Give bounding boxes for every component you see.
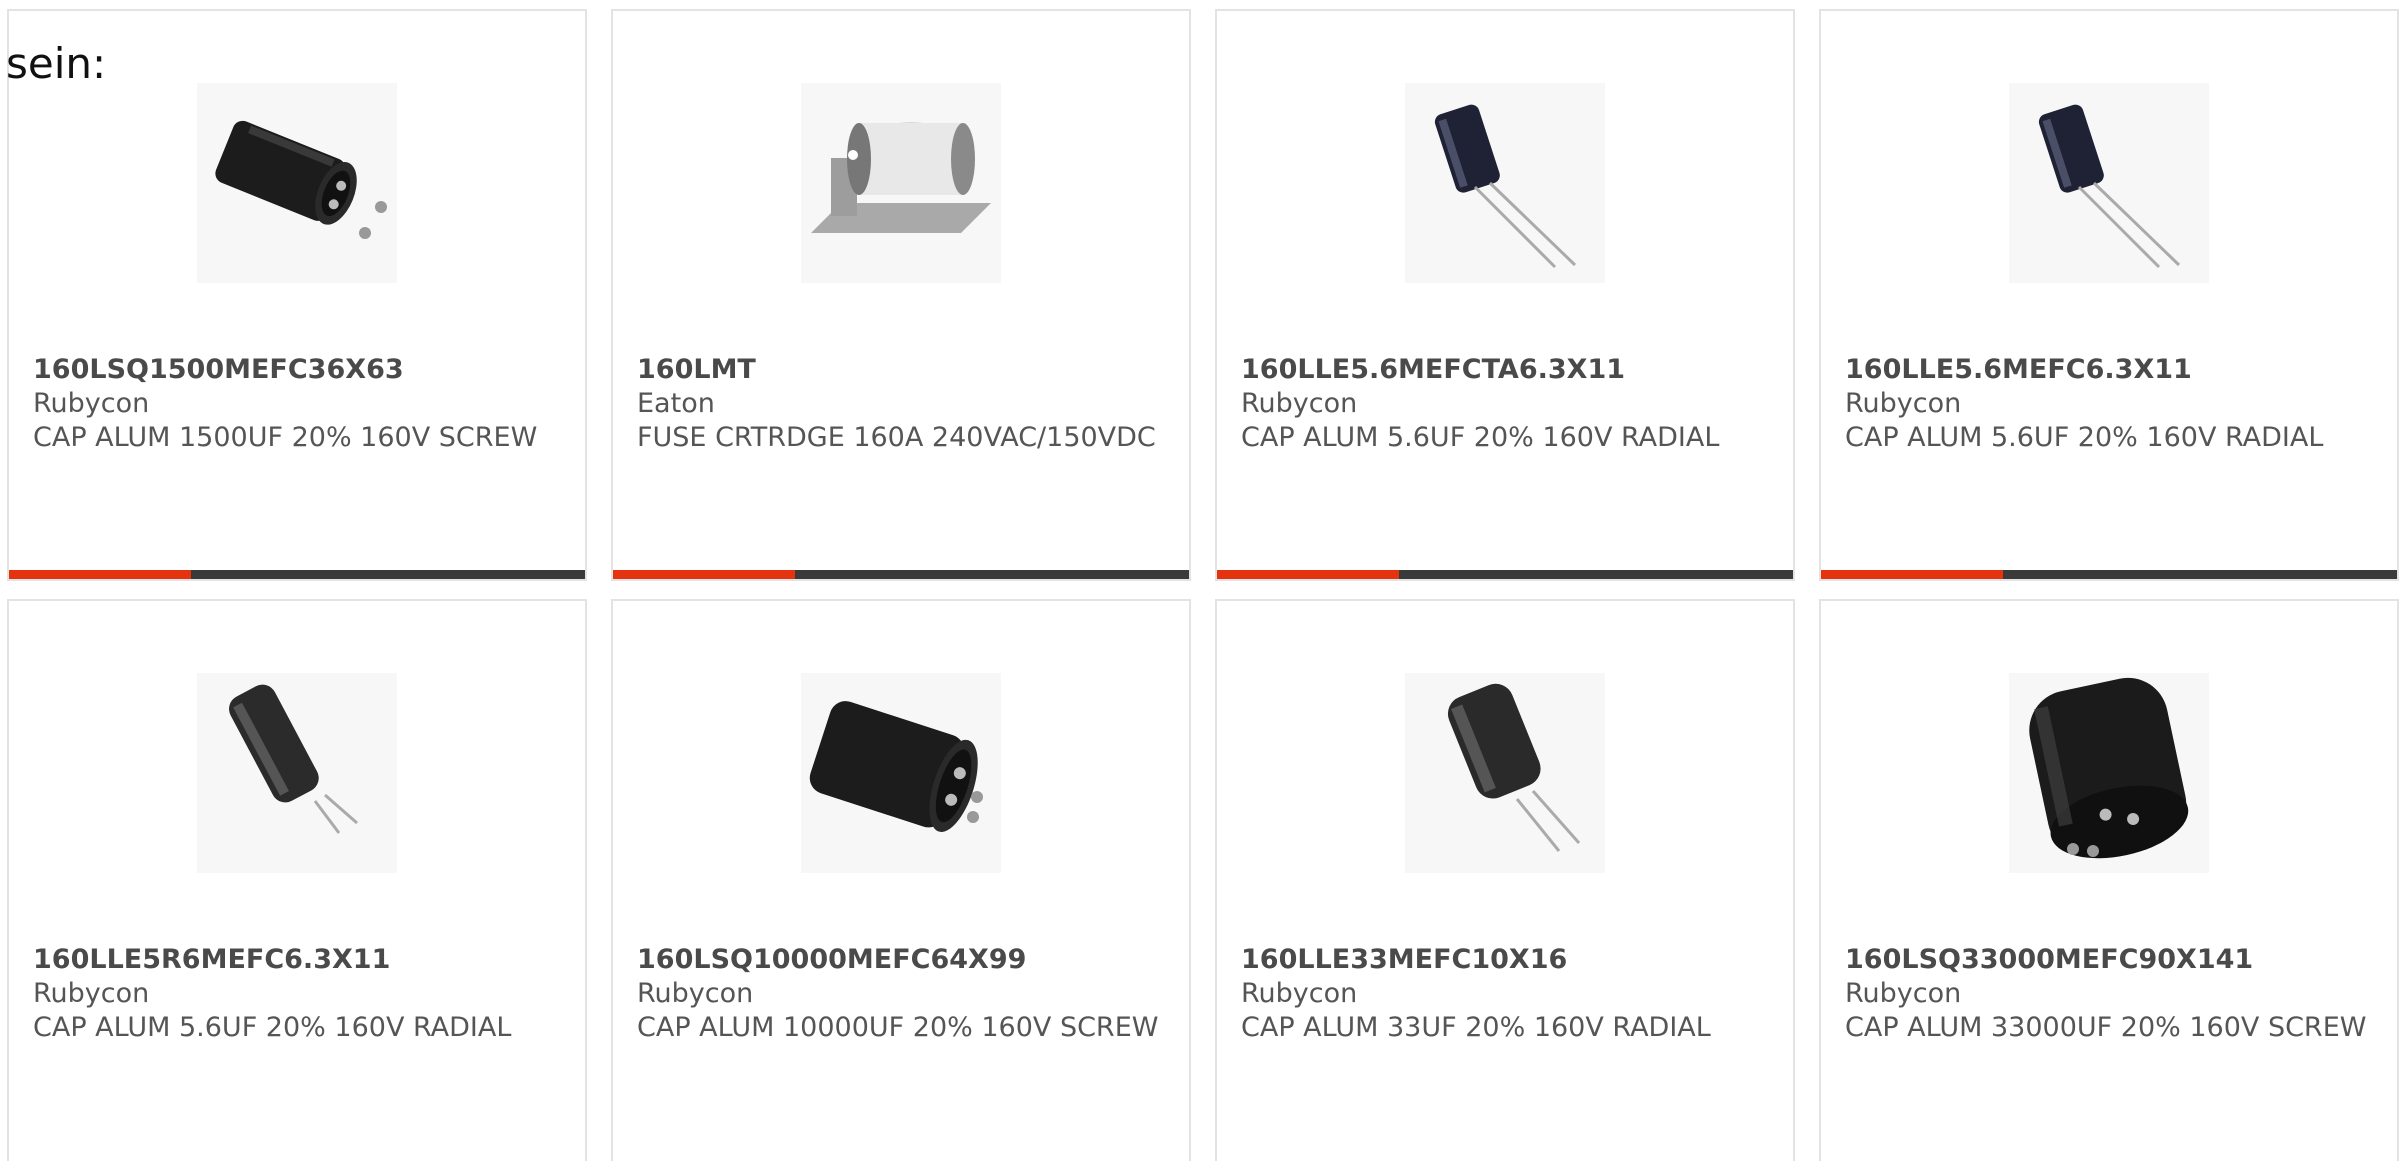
card-accent-highlight <box>1217 570 1399 579</box>
manufacturer: Rubycon <box>637 978 754 1009</box>
product-info: 160LMT Eaton FUSE CRTRDGE 160A 240VAC/15… <box>637 353 1169 455</box>
description: CAP ALUM 10000UF 20% 160V SCREW <box>637 1012 1159 1043</box>
manufacturer: Rubycon <box>1845 388 1962 419</box>
part-number[interactable]: 160LLE5R6MEFC6.3X11 <box>33 943 565 977</box>
part-number[interactable]: 160LMT <box>637 353 1169 387</box>
card-accent-highlight <box>1821 570 2003 579</box>
description: CAP ALUM 5.6UF 20% 160V RADIAL <box>1845 422 2324 453</box>
screw-capacitor-icon <box>215 120 387 239</box>
manufacturer: Eaton <box>637 388 715 419</box>
manufacturer: Rubycon <box>33 978 150 1009</box>
product-card[interactable]: 160LSQ1500MEFC36X63 Rubycon CAP ALUM 150… <box>7 9 587 581</box>
card-accent-bar <box>613 570 1189 579</box>
intro-text: sein: <box>6 39 107 88</box>
manufacturer: Rubycon <box>1241 978 1358 1009</box>
manufacturer: Rubycon <box>33 388 150 419</box>
product-image[interactable] <box>2009 83 2209 283</box>
product-card[interactable]: 160LLE5R6MEFC6.3X11 Rubycon CAP ALUM 5.6… <box>7 599 587 1161</box>
radial-capacitor-icon <box>1434 104 1577 269</box>
part-number[interactable]: 160LLE33MEFC10X16 <box>1241 943 1773 977</box>
description: CAP ALUM 5.6UF 20% 160V RADIAL <box>1241 422 1720 453</box>
card-accent-highlight <box>613 570 795 579</box>
card-accent-bar <box>1217 570 1793 579</box>
manufacturer: Rubycon <box>1241 388 1358 419</box>
product-info: 160LLE5.6MEFC6.3X11 Rubycon CAP ALUM 5.6… <box>1845 353 2377 455</box>
part-number[interactable]: 160LSQ10000MEFC64X99 <box>637 943 1169 977</box>
card-accent-highlight <box>9 570 191 579</box>
part-number[interactable]: 160LLE5.6MEFC6.3X11 <box>1845 353 2377 387</box>
radial-capacitor-icon <box>1447 683 1581 852</box>
product-info: 160LLE33MEFC10X16 Rubycon CAP ALUM 33UF … <box>1241 943 1773 1045</box>
product-image[interactable] <box>197 83 397 283</box>
product-card[interactable]: 160LLE5.6MEFCTA6.3X11 Rubycon CAP ALUM 5… <box>1215 9 1795 581</box>
description: CAP ALUM 1500UF 20% 160V SCREW <box>33 422 538 453</box>
product-image[interactable] <box>801 83 1001 283</box>
product-info: 160LSQ10000MEFC64X99 Rubycon CAP ALUM 10… <box>637 943 1169 1045</box>
manufacturer: Rubycon <box>1845 978 1962 1009</box>
screw-capacitor-icon <box>2029 677 2189 859</box>
product-card[interactable]: 160LLE5.6MEFC6.3X11 Rubycon CAP ALUM 5.6… <box>1819 9 2399 581</box>
radial-capacitor-icon <box>229 684 358 834</box>
product-image[interactable] <box>2009 673 2209 873</box>
product-grid-page: sein: 160LSQ1500MEFC36X63 Rubycon CAP AL… <box>0 0 2400 1161</box>
part-number[interactable]: 160LSQ1500MEFC36X63 <box>33 353 565 387</box>
radial-capacitor-icon <box>2038 104 2181 269</box>
product-image[interactable] <box>801 673 1001 873</box>
product-info: 160LSQ1500MEFC36X63 Rubycon CAP ALUM 150… <box>33 353 565 455</box>
description: FUSE CRTRDGE 160A 240VAC/150VDC <box>637 422 1156 453</box>
description: CAP ALUM 5.6UF 20% 160V RADIAL <box>33 1012 512 1043</box>
product-image[interactable] <box>197 673 397 873</box>
product-image[interactable] <box>1405 673 1605 873</box>
product-info: 160LSQ33000MEFC90X141 Rubycon CAP ALUM 3… <box>1845 943 2377 1045</box>
fuse-cartridge-icon <box>811 122 991 233</box>
screw-capacitor-icon <box>809 701 983 832</box>
product-card[interactable]: 160LSQ33000MEFC90X141 Rubycon CAP ALUM 3… <box>1819 599 2399 1161</box>
card-accent-bar <box>9 570 585 579</box>
product-info: 160LLE5.6MEFCTA6.3X11 Rubycon CAP ALUM 5… <box>1241 353 1773 455</box>
product-info: 160LLE5R6MEFC6.3X11 Rubycon CAP ALUM 5.6… <box>33 943 565 1045</box>
product-card[interactable]: 160LMT Eaton FUSE CRTRDGE 160A 240VAC/15… <box>611 9 1191 581</box>
part-number[interactable]: 160LLE5.6MEFCTA6.3X11 <box>1241 353 1773 387</box>
description: CAP ALUM 33000UF 20% 160V SCREW <box>1845 1012 2367 1043</box>
product-card[interactable]: 160LSQ10000MEFC64X99 Rubycon CAP ALUM 10… <box>611 599 1191 1161</box>
product-image[interactable] <box>1405 83 1605 283</box>
description: CAP ALUM 33UF 20% 160V RADIAL <box>1241 1012 1711 1043</box>
card-accent-bar <box>1821 570 2397 579</box>
product-card[interactable]: 160LLE33MEFC10X16 Rubycon CAP ALUM 33UF … <box>1215 599 1795 1161</box>
part-number[interactable]: 160LSQ33000MEFC90X141 <box>1845 943 2377 977</box>
